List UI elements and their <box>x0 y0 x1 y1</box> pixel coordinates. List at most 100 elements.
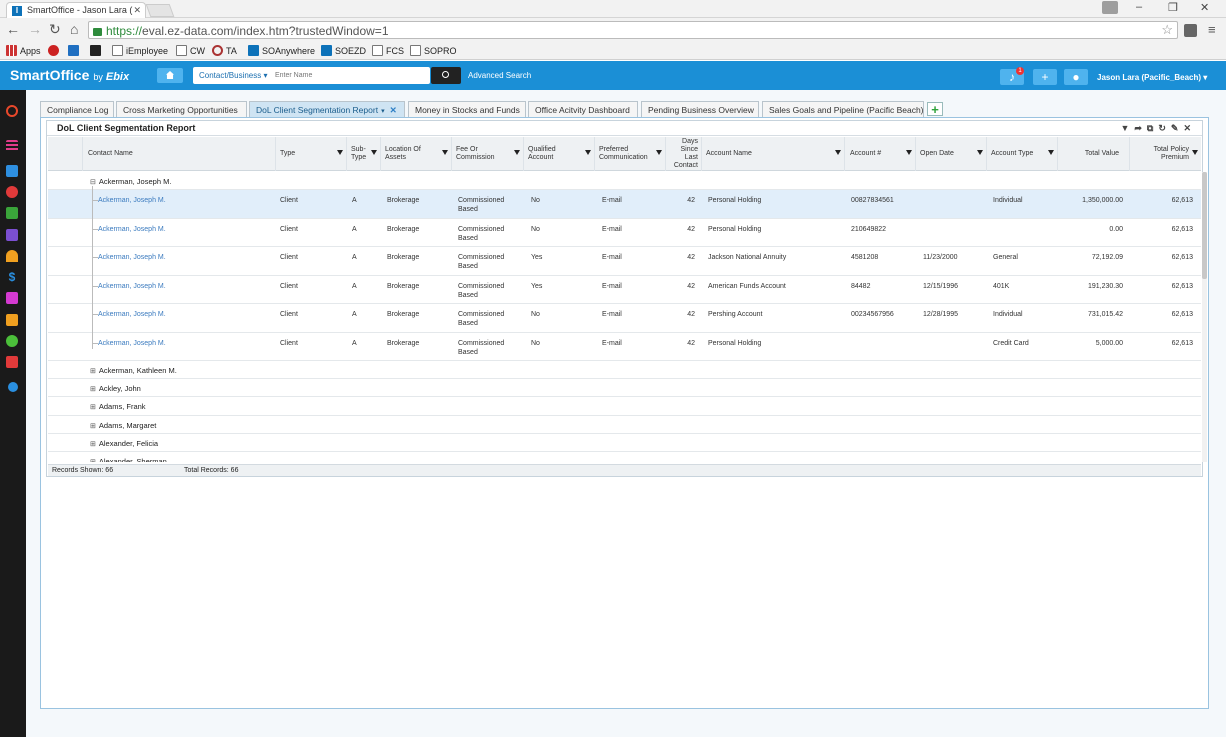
group-row-collapsed[interactable]: ⊞ Adams, Margaret <box>48 415 1201 434</box>
menu-icon[interactable] <box>6 140 18 152</box>
tab-dol-client-segmentation[interactable]: DoL Client Segmentation Report ▾ ✕ <box>249 101 405 117</box>
table-row[interactable]: Ackerman, Joseph M. Client A Brokerage No E-m… <box>48 190 1201 219</box>
tab-office-activity[interactable]: Office Acitvity Dashboard <box>528 101 638 117</box>
user-name-dropdown[interactable]: Jason Lara (Pacific_Beach) ▾ <box>1097 73 1207 82</box>
tab-dropdown-icon[interactable]: ▾ <box>381 108 385 115</box>
filter-arrow-icon[interactable] <box>337 150 343 155</box>
col-type[interactable]: Type <box>275 137 346 171</box>
reports-icon[interactable] <box>6 229 18 241</box>
wrench-icon[interactable] <box>6 314 18 326</box>
tab-pending-business[interactable]: Pending Business Overview <box>641 101 759 117</box>
expand-icon[interactable]: ⊞ <box>90 422 96 430</box>
close-tab-icon[interactable]: ✕ <box>133 5 141 16</box>
search-input[interactable] <box>275 69 425 82</box>
col-account-number[interactable]: Account # <box>844 137 915 171</box>
filter-arrow-icon[interactable] <box>835 150 841 155</box>
bookmark-ta[interactable]: TA <box>212 45 237 56</box>
group-row-collapsed[interactable]: ⊞ Adams, Frank <box>48 397 1201 416</box>
contact-name-link[interactable]: Ackerman, Joseph M. <box>98 253 166 262</box>
col-open-date[interactable]: Open Date <box>915 137 986 171</box>
bookmark-cw[interactable]: CW <box>176 45 205 56</box>
maximize-icon[interactable]: ❐ <box>1168 1 1178 14</box>
filter-icon[interactable]: ▼ <box>1120 123 1134 133</box>
browser-tab[interactable]: I SmartOffice - Jason Lara ( ✕ <box>6 2 146 18</box>
search-button[interactable] <box>431 67 461 84</box>
filter-arrow-icon[interactable] <box>1192 150 1198 155</box>
close-report-icon[interactable]: ✕ <box>1183 123 1196 133</box>
group-row-collapsed[interactable]: ⊞ Ackley, John <box>48 379 1201 398</box>
tab-cross-marketing[interactable]: Cross Marketing Opportunities <box>116 101 247 117</box>
close-window-icon[interactable]: ✕ <box>1200 1 1209 14</box>
filter-arrow-icon[interactable] <box>906 150 912 155</box>
col-total-policy-premium[interactable]: Total Policy Premium <box>1129 137 1201 171</box>
bookmark-apps[interactable]: Apps <box>6 45 41 56</box>
bookmark-f[interactable] <box>90 45 104 56</box>
profile-icon[interactable] <box>1102 1 1118 14</box>
col-account-type[interactable]: Account Type <box>986 137 1057 171</box>
col-sub-type[interactable]: Sub- Type <box>346 137 380 171</box>
contact-name-link[interactable]: Ackerman, Joseph M. <box>98 225 166 234</box>
tools-icon[interactable] <box>6 292 18 304</box>
filter-arrow-icon[interactable] <box>585 150 591 155</box>
refresh-icon[interactable]: ↻ <box>1158 123 1171 133</box>
col-account-name[interactable]: Account Name <box>701 137 844 171</box>
minimize-icon[interactable]: ‒ <box>1136 1 1142 13</box>
col-contact-name[interactable]: Contact Name <box>82 137 275 171</box>
filter-arrow-icon[interactable] <box>371 150 377 155</box>
filter-arrow-icon[interactable] <box>514 150 520 155</box>
expand-icon[interactable]: ⊞ <box>90 403 96 411</box>
contact-name-link[interactable]: Ackerman, Joseph M. <box>98 282 166 291</box>
col-days-since-last-contact[interactable]: Days Since Last Contact <box>665 137 701 171</box>
home-button[interactable] <box>157 68 183 83</box>
calendar-icon[interactable] <box>6 165 18 177</box>
contact-name-link[interactable]: Ackerman, Joseph M. <box>98 339 166 348</box>
advanced-search-link[interactable]: Advanced Search <box>468 71 531 80</box>
contact-name-link[interactable]: Ackerman, Joseph M. <box>98 310 166 319</box>
table-row[interactable]: Ackerman, Joseph M. Client A Brokerage No E-m… <box>48 332 1201 361</box>
group-row-expanded[interactable]: ⊟ Ackerman, Joseph M. <box>48 172 1201 190</box>
col-fee-or-commission[interactable]: Fee Or Commission <box>451 137 523 171</box>
reload-icon[interactable]: ↻ <box>49 22 61 36</box>
filter-arrow-icon[interactable] <box>442 150 448 155</box>
expand-sidebar-icon[interactable] <box>8 382 18 392</box>
filter-arrow-icon[interactable] <box>977 150 983 155</box>
export-icon[interactable]: ⧉ <box>1147 123 1158 133</box>
group-row-collapsed[interactable]: ⊞Alexander, Sherman <box>48 452 1201 462</box>
bookmark-star-icon[interactable]: ☆ <box>1161 22 1173 38</box>
home-icon[interactable]: ⌂ <box>70 22 78 36</box>
bookmark-soezd[interactable]: SOEZD <box>321 45 366 56</box>
filter-arrow-icon[interactable] <box>1048 150 1054 155</box>
col-preferred-communication[interactable]: Preferred Communication <box>594 137 665 171</box>
contacts-icon[interactable] <box>6 186 18 198</box>
plugin-icon[interactable] <box>6 356 18 368</box>
scrollbar-thumb[interactable] <box>1202 172 1207 279</box>
contact-name-link[interactable]: Ackerman, Joseph M. <box>98 196 166 205</box>
table-row[interactable]: Ackerman, Joseph M. Client A Brokerage Yes E-… <box>48 247 1201 276</box>
bookmark-sopro[interactable]: SOPRO <box>410 45 457 56</box>
bookmark-soanywhere[interactable]: SOAnywhere <box>248 45 315 56</box>
umbrella-icon[interactable] <box>6 250 18 262</box>
new-tab-button[interactable] <box>145 4 175 17</box>
campaign-icon[interactable] <box>6 207 18 219</box>
bookmark-fcs[interactable]: FCS <box>372 45 404 56</box>
share-icon[interactable]: ➦ <box>1134 123 1147 133</box>
extension-icon[interactable] <box>1184 24 1197 37</box>
link-icon[interactable] <box>6 105 18 117</box>
search-scope-dropdown[interactable]: Contact/Business ▾ <box>199 71 268 80</box>
add-tab-button[interactable]: + <box>927 102 943 116</box>
table-row[interactable]: Ackerman, Joseph M. Client A Brokerage Yes E-… <box>48 275 1201 304</box>
tab-sales-goals[interactable]: Sales Goals and Pipeline (Pacific Beach) <box>762 101 924 117</box>
add-button[interactable]: + <box>1033 69 1057 85</box>
forward-icon[interactable]: → <box>28 22 42 36</box>
expand-icon[interactable]: ⊞ <box>90 367 96 375</box>
expand-icon[interactable]: ⊞ <box>90 458 96 462</box>
table-row[interactable]: Ackerman, Joseph M. Client A Brokerage No E-m… <box>48 218 1201 247</box>
group-row-collapsed[interactable]: ⊞ Ackerman, Kathleen M. <box>48 361 1201 380</box>
group-row-collapsed[interactable]: ⊞ Alexander, Felicia <box>48 433 1201 452</box>
expand-icon[interactable]: ⊞ <box>90 385 96 393</box>
settings-icon[interactable] <box>6 335 18 347</box>
bookmark-adobe[interactable] <box>48 45 62 56</box>
col-total-value[interactable]: Total Value <box>1057 137 1129 171</box>
edit-icon[interactable]: ✎ <box>1171 123 1184 133</box>
bookmark-iemployee[interactable]: iEmployee <box>112 45 168 56</box>
